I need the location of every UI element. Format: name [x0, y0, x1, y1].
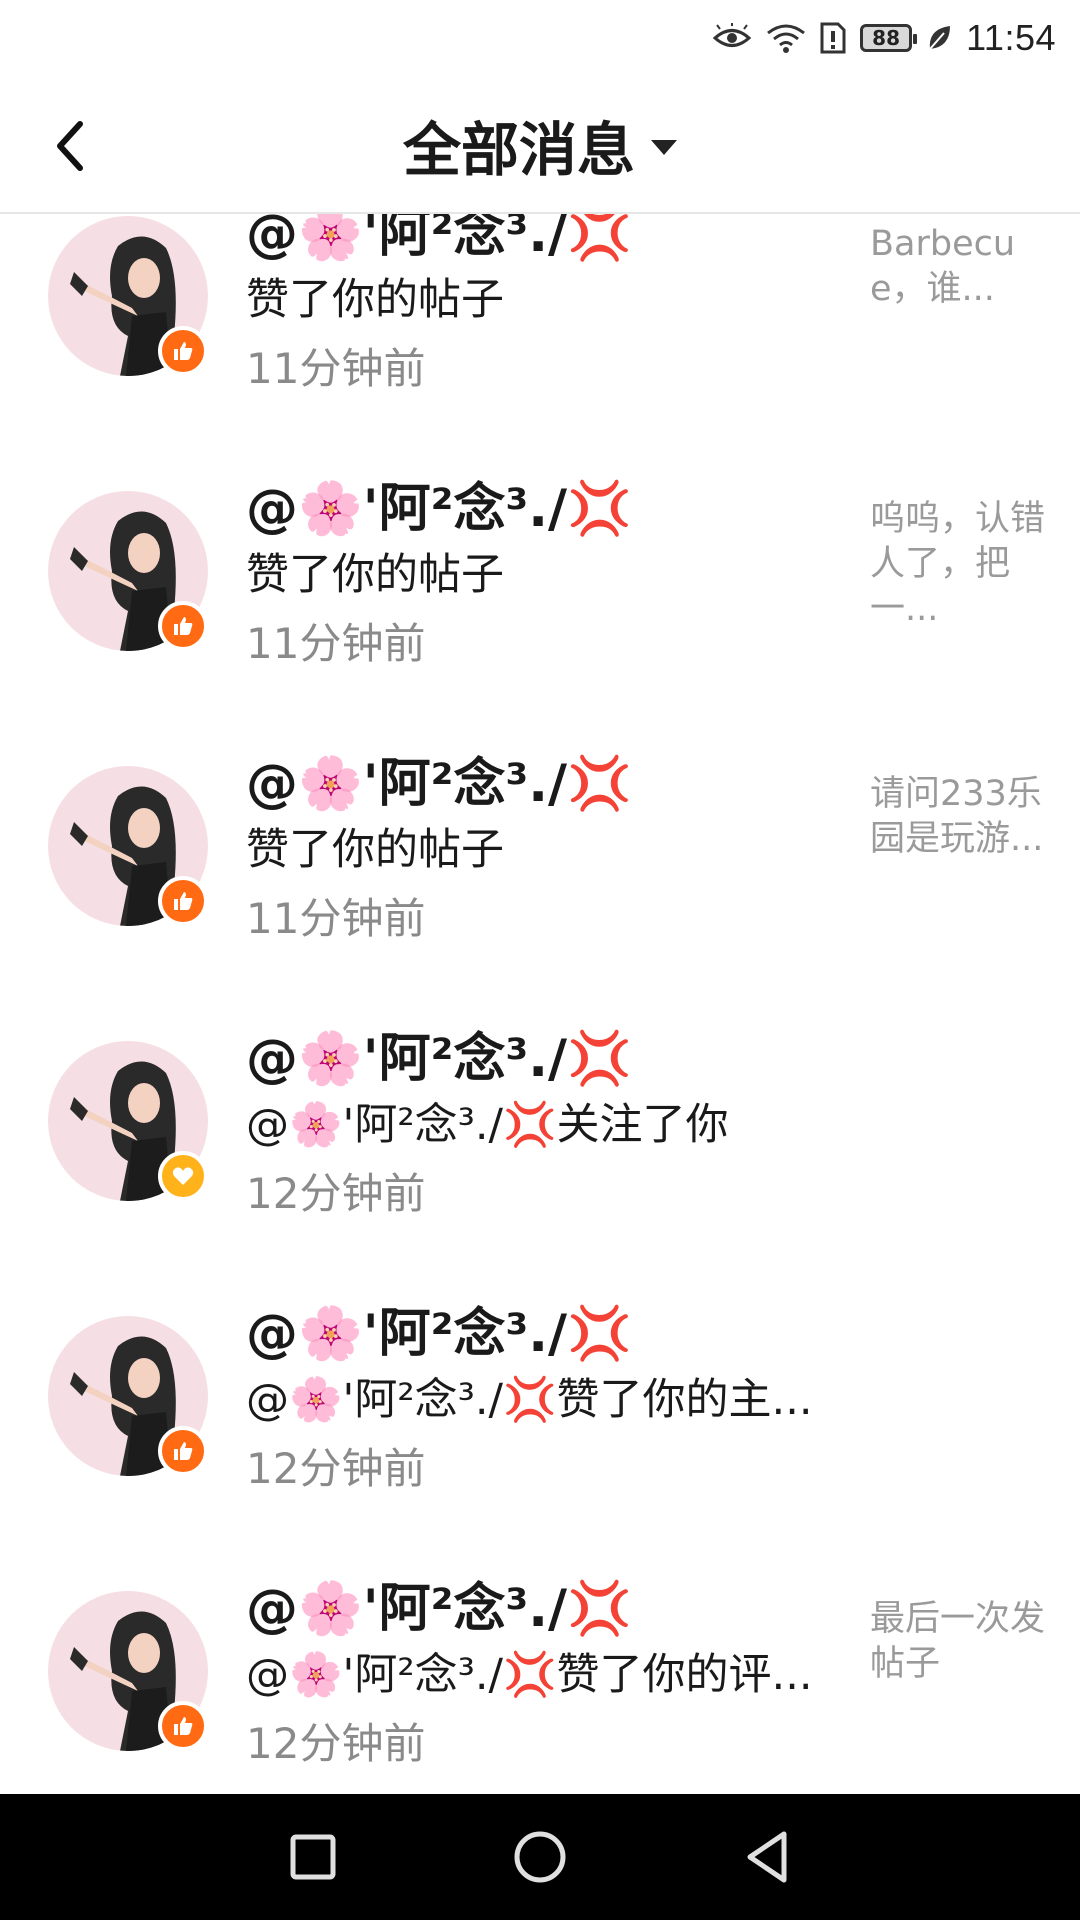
status-bar: 88 11:54	[0, 0, 1080, 76]
back-nav-button[interactable]	[727, 1817, 807, 1897]
system-nav-bar	[0, 1794, 1080, 1920]
heart-icon	[172, 1167, 194, 1185]
thumbs-up-icon	[174, 342, 193, 360]
like-badge	[158, 876, 208, 926]
sender-name[interactable]: @🌸'阿²念³./💢	[246, 754, 632, 814]
recents-square-icon	[290, 1834, 336, 1880]
clock: 11:54	[966, 17, 1056, 58]
message-item[interactable]: @🌸'阿²念³./💢 赞了你的帖子 11分钟前 呜呜，认错人了，把一...	[0, 449, 1080, 724]
sender-name[interactable]: @🌸'阿²念³./💢	[246, 479, 632, 539]
like-badge	[158, 326, 208, 376]
sender-name[interactable]: @🌸'阿²念³./💢	[246, 1304, 632, 1364]
battery-level: 88	[872, 26, 900, 50]
home-button[interactable]	[500, 1817, 580, 1897]
message-item[interactable]: @🌸'阿²念³./💢 赞了你的帖子 11分钟前 Barbecue，谁...	[0, 214, 1080, 449]
message-time: 11分钟前	[246, 894, 426, 943]
message-action: 赞了你的帖子	[246, 825, 504, 875]
thumbs-up-icon	[174, 617, 193, 635]
message-action: 赞了你的帖子	[246, 275, 504, 325]
message-action: @🌸'阿²念³./💢赞了你的主...	[246, 1375, 813, 1425]
eye-comfort-icon	[712, 23, 752, 53]
thumbs-up-icon	[174, 892, 193, 910]
like-badge	[158, 1701, 208, 1751]
post-preview[interactable]: 呜呜，认错人了，把一...	[870, 497, 1045, 632]
recents-button[interactable]	[273, 1817, 353, 1897]
battery-indicator: 88	[860, 24, 918, 52]
post-preview[interactable]: Barbecue，谁...	[870, 222, 1045, 312]
post-preview[interactable]: 最后一次发帖子	[870, 1597, 1045, 1687]
sim-alert-icon	[820, 22, 846, 54]
message-time: 12分钟前	[246, 1444, 426, 1493]
sender-name[interactable]: @🌸'阿²念³./💢	[246, 214, 632, 264]
message-item[interactable]: @🌸'阿²念³./💢 @🌸'阿²念³./💢赞了你的评... 12分钟前 最后一次发帖子	[0, 1549, 1080, 1794]
message-list[interactable]: @🌸'阿²念³./💢 赞了你的帖子 11分钟前 Barbecue，谁... @🌸'阿²…	[0, 214, 1080, 1794]
wifi-icon	[766, 23, 806, 53]
like-badge	[158, 601, 208, 651]
like-badge	[158, 1426, 208, 1476]
message-item[interactable]: @🌸'阿²念³./💢 @🌸'阿²念³./💢赞了你的主... 12分钟前	[0, 1274, 1080, 1549]
back-triangle-icon	[747, 1831, 787, 1883]
leaf-power-saving-icon	[926, 23, 952, 53]
message-action: @🌸'阿²念³./💢关注了你	[246, 1100, 729, 1150]
message-time: 12分钟前	[246, 1719, 426, 1768]
thumbs-up-icon	[174, 1442, 193, 1460]
thumbs-up-icon	[174, 1717, 193, 1735]
message-time: 11分钟前	[246, 619, 426, 668]
caret-down-icon	[651, 139, 677, 155]
message-action: 赞了你的帖子	[246, 550, 504, 600]
message-item[interactable]: @🌸'阿²念³./💢 赞了你的帖子 11分钟前 请问233乐园是玩游...	[0, 724, 1080, 999]
message-time: 12分钟前	[246, 1169, 426, 1218]
home-circle-icon	[514, 1831, 566, 1883]
sender-name[interactable]: @🌸'阿²念³./💢	[246, 1579, 632, 1639]
follow-badge	[158, 1151, 208, 1201]
message-action: @🌸'阿²念³./💢赞了你的评...	[246, 1650, 813, 1700]
title-dropdown[interactable]: 全部消息	[0, 76, 1080, 214]
page-title: 全部消息	[402, 116, 635, 184]
top-app-bar: 全部消息	[0, 76, 1080, 214]
sender-name[interactable]: @🌸'阿²念³./💢	[246, 1029, 632, 1089]
post-preview[interactable]: 请问233乐园是玩游...	[870, 772, 1045, 862]
message-item[interactable]: @🌸'阿²念³./💢 @🌸'阿²念³./💢关注了你 12分钟前	[0, 999, 1080, 1274]
message-time: 11分钟前	[246, 344, 426, 393]
